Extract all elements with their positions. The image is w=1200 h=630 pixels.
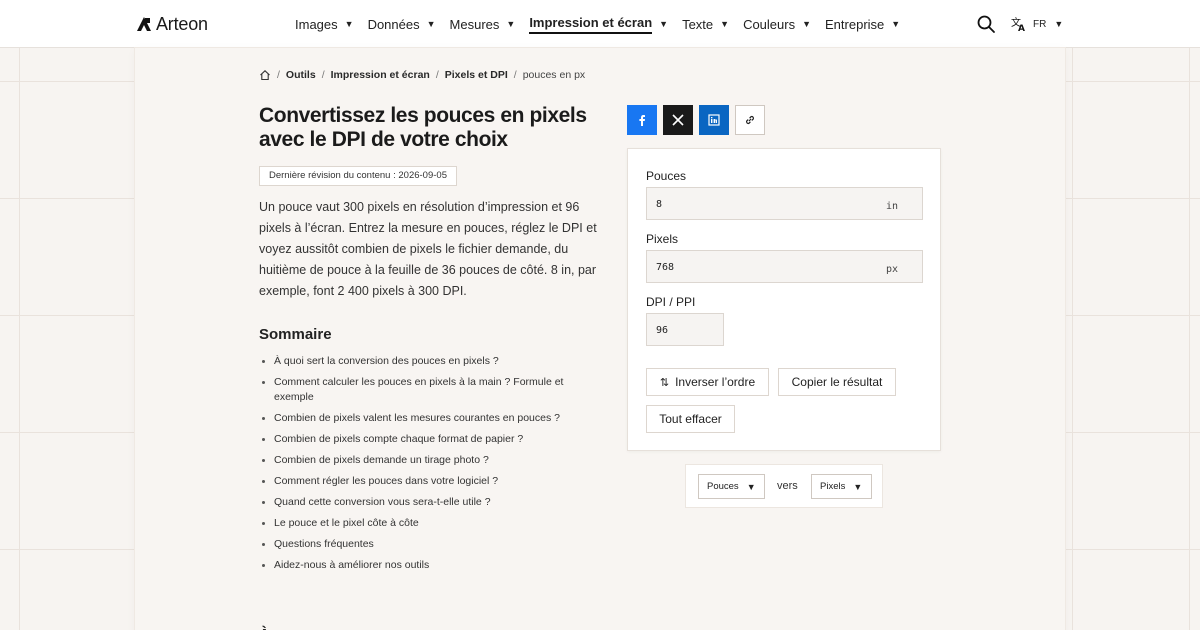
next-section-heading: À	[259, 626, 270, 630]
from-unit-select[interactable]: Pouces ▼	[698, 474, 765, 499]
toc-item[interactable]: Comment régler les pouces dans votre log…	[259, 474, 604, 489]
search-icon[interactable]	[976, 14, 996, 34]
toc-item[interactable]: À quoi sert la conversion des pouces en …	[259, 354, 604, 369]
facebook-icon	[639, 115, 645, 126]
inches-input[interactable]: 8 in	[646, 187, 923, 220]
inches-label: Pouces	[646, 169, 687, 183]
caret-down-icon: ▼	[344, 19, 354, 29]
vers-label: vers	[777, 480, 798, 492]
nav-label: Couleurs	[743, 16, 796, 32]
main-nav: Images ▼ Données ▼ Mesures ▼ Impression …	[295, 0, 914, 48]
nav-item-entreprise[interactable]: Entreprise ▼	[825, 0, 900, 48]
nav-label: Texte	[682, 16, 714, 32]
language-selector[interactable]: 文 A FR ▼	[1011, 15, 1063, 33]
share-linkedin-button[interactable]	[699, 105, 729, 135]
caret-down-icon: ▼	[1054, 19, 1064, 29]
converter-panel: Pouces 8 in Pixels 768 px DPI / PPI 96 ⇅…	[627, 148, 941, 451]
toc-item[interactable]: Combien de pixels demande un tirage phot…	[259, 453, 604, 468]
toc-title: Sommaire	[259, 326, 332, 343]
clear-all-label: Tout effacer	[659, 412, 722, 426]
nav-item-images[interactable]: Images ▼	[295, 0, 354, 48]
caret-down-icon: ▼	[720, 19, 730, 29]
logo[interactable]: Arteon	[136, 13, 208, 35]
linkedin-icon	[708, 114, 720, 126]
toc-item[interactable]: Quand cette conversion vous sera-t-elle …	[259, 495, 604, 510]
nav-item-donnees[interactable]: Données ▼	[368, 0, 436, 48]
swap-icon: ⇅	[659, 376, 670, 389]
toc-item[interactable]: Combien de pixels valent les mesures cou…	[259, 411, 604, 426]
logo-text: Arteon	[156, 13, 208, 34]
breadcrumb-separator: /	[321, 69, 325, 81]
to-unit-value: Pixels	[820, 481, 846, 492]
caret-down-icon: ▼	[802, 19, 812, 29]
toc-item[interactable]: Questions fréquentes	[259, 537, 604, 552]
breadcrumb-current: pouces en px	[522, 69, 586, 81]
translate-icon: 文 A	[1011, 16, 1025, 32]
nav-label: Mesures	[449, 16, 500, 32]
to-unit-select[interactable]: Pixels ▼	[811, 474, 872, 499]
nav-label: Données	[367, 16, 420, 32]
copy-result-label: Copier le résultat	[791, 375, 883, 389]
clear-all-button[interactable]: Tout effacer	[646, 405, 735, 433]
caret-down-icon: ▼	[746, 481, 756, 492]
top-bar: Arteon Images ▼ Données ▼ Mesures ▼ Impr…	[0, 0, 1200, 48]
nav-label: Images	[295, 16, 338, 32]
language-code: FR	[1033, 18, 1047, 30]
share-buttons	[627, 105, 765, 135]
caret-down-icon: ▼	[659, 19, 669, 29]
share-facebook-button[interactable]	[627, 105, 657, 135]
nav-item-texte[interactable]: Texte ▼	[682, 0, 729, 48]
page-title: Convertissez les pouces en pixels avec l…	[259, 104, 587, 151]
svg-text:A: A	[1018, 24, 1025, 32]
caret-down-icon: ▼	[853, 481, 863, 492]
toc-item[interactable]: Comment calculer les pouces en pixels à …	[259, 375, 604, 405]
home-icon[interactable]	[259, 69, 271, 81]
nav-item-couleurs[interactable]: Couleurs ▼	[743, 0, 811, 48]
swap-order-button[interactable]: ⇅ Inverser l’ordre	[646, 368, 769, 396]
pixels-label: Pixels	[646, 232, 679, 246]
intro-paragraph: Un pouce vaut 300 pixels en résolution d…	[259, 200, 597, 298]
nav-label: Impression et écran	[529, 15, 653, 34]
copy-result-button[interactable]: Copier le résultat	[778, 368, 896, 396]
pixels-value: 768	[656, 262, 675, 273]
breadcrumb-separator: /	[435, 69, 439, 81]
copy-link-button[interactable]	[735, 105, 765, 135]
swap-order-label: Inverser l’ordre	[675, 375, 756, 389]
revision-badge: Dernière révision du contenu : 2026-09-0…	[259, 166, 457, 186]
table-of-contents: À quoi sert la conversion des pouces en …	[259, 354, 604, 579]
dpi-label: DPI / PPI	[646, 295, 696, 309]
caret-down-icon: ▼	[506, 19, 516, 29]
toc-item[interactable]: Le pouce et le pixel côte à côte	[259, 516, 604, 531]
unit-selector-bar: Pouces ▼ vers Pixels ▼	[685, 464, 883, 508]
breadcrumb-separator: /	[513, 69, 517, 81]
breadcrumb-separator: /	[277, 69, 280, 81]
inches-unit: in	[885, 201, 898, 212]
logo-icon	[137, 17, 151, 31]
link-icon	[745, 115, 755, 125]
x-icon	[672, 114, 684, 126]
share-x-button[interactable]	[663, 105, 693, 135]
nav-item-mesures[interactable]: Mesures ▼	[450, 0, 516, 48]
toc-item[interactable]: Combien de pixels compte chaque format d…	[259, 432, 604, 447]
nav-item-impression-ecran[interactable]: Impression et écran ▼	[529, 0, 668, 48]
toc-item[interactable]: Aidez-nous à améliorer nos outils	[259, 558, 604, 573]
from-unit-value: Pouces	[707, 481, 739, 492]
nav-label: Entreprise	[825, 16, 885, 32]
caret-down-icon: ▼	[891, 19, 901, 29]
breadcrumb-outils[interactable]: Outils	[286, 69, 316, 81]
inches-value: 8	[656, 199, 663, 210]
breadcrumb-impression-ecran[interactable]: Impression et écran	[331, 69, 430, 81]
breadcrumb-pixels-dpi[interactable]: Pixels et DPI	[445, 69, 508, 81]
dpi-value: 96	[656, 325, 669, 336]
breadcrumb: / Outils / Impression et écran / Pixels …	[259, 69, 585, 81]
pixels-unit: px	[885, 264, 898, 275]
dpi-input[interactable]: 96	[646, 313, 724, 346]
pixels-input[interactable]: 768 px	[646, 250, 923, 283]
caret-down-icon: ▼	[426, 19, 436, 29]
main-content: / Outils / Impression et écran / Pixels …	[135, 48, 1065, 630]
